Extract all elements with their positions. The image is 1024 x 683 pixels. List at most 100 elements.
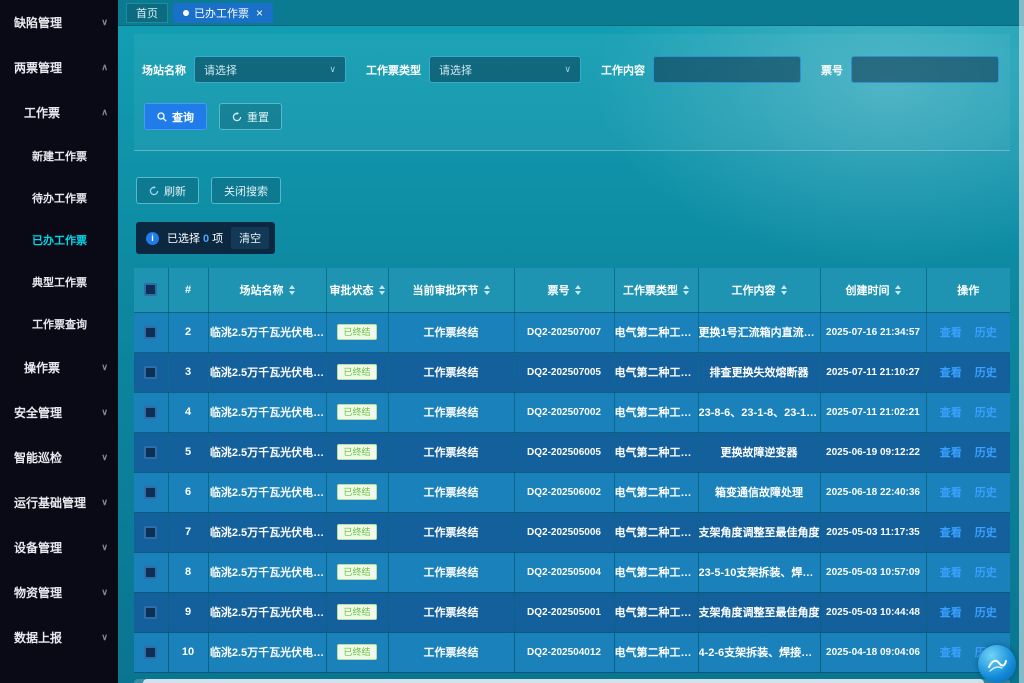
row-checkbox[interactable] [144, 446, 157, 459]
table-row[interactable]: 3 临洮2.5万千瓦光伏电… 已终结 工作票终结 DQ2-202507005 电… [134, 352, 1010, 392]
row-checkbox[interactable] [144, 526, 157, 539]
column-header[interactable]: 工作内容 [698, 268, 820, 312]
search-icon [157, 112, 167, 122]
history-link[interactable]: 历史 [975, 567, 997, 579]
close-search-button[interactable]: 关闭搜索 [211, 177, 281, 204]
sidebar-item[interactable]: 新建工作票 [0, 135, 118, 177]
created-time-cell: 2025-06-18 22:40:36 [820, 472, 926, 512]
sidebar-item[interactable]: 工作票 ∧ [0, 90, 118, 135]
sidebar-item[interactable]: 运行基础管理 ∨ [0, 480, 118, 525]
sidebar-item[interactable]: 典型工作票 [0, 261, 118, 303]
ticket-type-cell: 电气第二种工作票 [614, 352, 698, 392]
close-icon[interactable]: × [256, 7, 263, 19]
sidebar-item[interactable]: 操作票 ∨ [0, 345, 118, 390]
sidebar-item[interactable]: 设备管理 ∨ [0, 525, 118, 570]
column-header[interactable]: 票号 [514, 268, 614, 312]
row-index: 9 [168, 592, 208, 632]
row-checkbox[interactable] [144, 326, 157, 339]
sort-icon[interactable] [289, 285, 295, 295]
table-row[interactable]: 2 临洮2.5万千瓦光伏电… 已终结 工作票终结 DQ2-202507007 电… [134, 312, 1010, 352]
tab[interactable]: 首页 [126, 3, 168, 23]
logo-swirl-icon [984, 651, 1010, 677]
sidebar-item[interactable]: 物资管理 ∨ [0, 570, 118, 615]
row-checkbox[interactable] [144, 646, 157, 659]
view-link[interactable]: 查看 [940, 327, 962, 339]
row-checkbox[interactable] [144, 366, 157, 379]
ticket-number-input[interactable] [851, 56, 999, 83]
created-time-cell: 2025-07-16 21:34:57 [820, 312, 926, 352]
station-name-cell: 临洮2.5万千瓦光伏电… [208, 352, 326, 392]
sidebar-item[interactable]: 待办工作票 [0, 177, 118, 219]
column-header[interactable]: # [168, 268, 208, 312]
history-link[interactable]: 历史 [975, 407, 997, 419]
status-badge: 已终结 [337, 404, 376, 421]
sidebar-item-label: 数据上报 [14, 629, 62, 646]
sidebar-item[interactable]: 已办工作票 [0, 219, 118, 261]
sort-icon[interactable] [895, 285, 901, 295]
vertical-scrollbar[interactable] [1019, 0, 1024, 683]
sidebar-item[interactable]: 数据上报 ∨ [0, 615, 118, 660]
column-header[interactable]: 操作 [926, 268, 1010, 312]
sidebar-item[interactable]: 缺陷管理 ∨ [0, 0, 118, 45]
refresh-button[interactable]: 刷新 [136, 177, 199, 204]
sidebar-item[interactable]: 两票管理 ∧ [0, 45, 118, 90]
sort-icon[interactable] [781, 285, 787, 295]
select-all-checkbox[interactable] [144, 283, 157, 296]
history-link[interactable]: 历史 [975, 527, 997, 539]
history-link[interactable]: 历史 [975, 327, 997, 339]
view-link[interactable]: 查看 [940, 647, 962, 659]
tab[interactable]: 已办工作票 × [173, 3, 273, 23]
sort-icon[interactable] [484, 285, 490, 295]
column-header[interactable]: 当前审批环节 [388, 268, 514, 312]
horizontal-scrollbar-track[interactable] [134, 679, 1010, 683]
column-header[interactable]: 工作票类型 [614, 268, 698, 312]
created-time-cell: 2025-07-11 21:10:27 [820, 352, 926, 392]
table-row[interactable]: 7 临洮2.5万千瓦光伏电… 已终结 工作票终结 DQ2-202505006 电… [134, 512, 1010, 552]
sidebar-item-label: 工作票查询 [32, 316, 87, 332]
history-link[interactable]: 历史 [975, 607, 997, 619]
sort-icon[interactable] [575, 285, 581, 295]
query-button[interactable]: 查询 [144, 103, 207, 130]
sidebar-item[interactable]: 智能巡检 ∨ [0, 435, 118, 480]
ticket-number-cell: DQ2-202506002 [514, 472, 614, 512]
sidebar-item[interactable]: 工作票查询 [0, 303, 118, 345]
column-header[interactable]: 审批状态 [326, 268, 388, 312]
history-link[interactable]: 历史 [975, 487, 997, 499]
logo-badge[interactable] [978, 645, 1016, 683]
view-link[interactable]: 查看 [940, 487, 962, 499]
table-row[interactable]: 8 临洮2.5万千瓦光伏电… 已终结 工作票终结 DQ2-202505004 电… [134, 552, 1010, 592]
table-row[interactable]: 5 临洮2.5万千瓦光伏电… 已终结 工作票终结 DQ2-202506005 电… [134, 432, 1010, 472]
row-checkbox[interactable] [144, 566, 157, 579]
row-checkbox[interactable] [144, 486, 157, 499]
horizontal-scrollbar-thumb[interactable] [143, 679, 984, 683]
view-link[interactable]: 查看 [940, 407, 962, 419]
work-content-cell: 4-2-6支架拆装、焊接、… [698, 632, 820, 672]
approval-step-cell: 工作票终结 [388, 352, 514, 392]
ticket-type-select[interactable]: 请选择 ∨ [429, 56, 581, 83]
view-link[interactable]: 查看 [940, 447, 962, 459]
sort-icon[interactable] [379, 285, 385, 295]
column-header[interactable]: 创建时间 [820, 268, 926, 312]
table-row[interactable]: 4 临洮2.5万千瓦光伏电… 已终结 工作票终结 DQ2-202507002 电… [134, 392, 1010, 432]
history-link[interactable]: 历史 [975, 447, 997, 459]
table-row[interactable]: 10 临洮2.5万千瓦光伏电… 已终结 工作票终结 DQ2-202504012 … [134, 632, 1010, 672]
work-content-input[interactable] [653, 56, 801, 83]
view-link[interactable]: 查看 [940, 527, 962, 539]
history-link[interactable]: 历史 [975, 367, 997, 379]
row-checkbox[interactable] [144, 606, 157, 619]
table-row[interactable]: 9 临洮2.5万千瓦光伏电… 已终结 工作票终结 DQ2-202505001 电… [134, 592, 1010, 632]
table-row[interactable]: 6 临洮2.5万千瓦光伏电… 已终结 工作票终结 DQ2-202506002 电… [134, 472, 1010, 512]
sort-icon[interactable] [683, 285, 689, 295]
view-link[interactable]: 查看 [940, 567, 962, 579]
sidebar-item[interactable]: 安全管理 ∨ [0, 390, 118, 435]
clear-selection-button[interactable]: 清空 [231, 227, 269, 249]
column-header[interactable]: 场站名称 [208, 268, 326, 312]
table-toolbar: 刷新 关闭搜索 [136, 177, 1010, 204]
reset-button[interactable]: 重置 [219, 103, 282, 130]
view-link[interactable]: 查看 [940, 367, 962, 379]
ticket-type-cell: 电气第二种工作票 [614, 552, 698, 592]
chevron-down-icon: ∨ [564, 64, 571, 75]
view-link[interactable]: 查看 [940, 607, 962, 619]
row-checkbox[interactable] [144, 406, 157, 419]
station-select[interactable]: 请选择 ∨ [194, 56, 346, 83]
